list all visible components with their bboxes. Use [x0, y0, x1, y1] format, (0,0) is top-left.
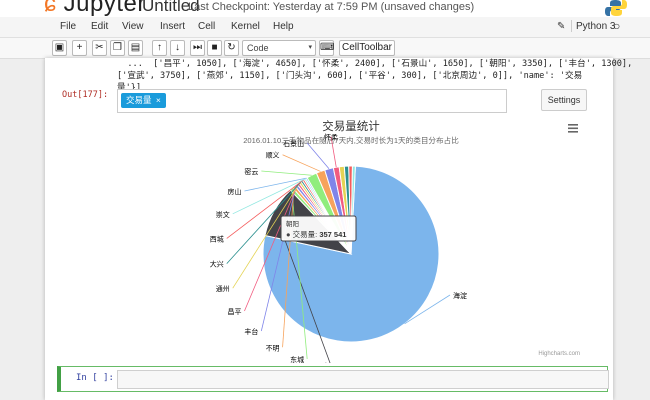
interrupt-kernel-icon[interactable]: ■ [207, 40, 222, 56]
move-up-icon[interactable]: ↑ [152, 40, 167, 56]
move-down-icon[interactable]: ↓ [170, 40, 185, 56]
pie-label: 通州 [216, 284, 230, 293]
pie-label: 昌平 [227, 308, 241, 316]
copy-icon[interactable]: ❐ [110, 40, 125, 56]
toolbar: ▣ + ✂ ❐ ▤ ↑ ↓ ⏭ ■ ↻ Code ▾ ⌨ CellToolbar [0, 38, 650, 59]
header: ɕ Jupyter Untitled Last Checkpoint: Yest… [0, 0, 650, 17]
pie-label: 西城 [210, 235, 224, 243]
tooltip-label: 交易量: [293, 229, 318, 239]
tooltip-line: ● 交易量: 357 541 [286, 229, 346, 239]
menu-edit[interactable]: Edit [91, 21, 108, 32]
cut-icon[interactable]: ✂ [92, 40, 107, 56]
kernel-name: Python 3 [576, 21, 616, 32]
celltoolbar-button[interactable]: CellToolbar [339, 40, 395, 56]
save-icon[interactable]: ▣ [52, 40, 67, 56]
menu-help[interactable]: Help [273, 21, 294, 32]
menu-bar: File Edit View Insert Cell Kernel Help ✎… [0, 17, 650, 38]
pie-label: 丰台 [244, 327, 258, 336]
python-logo-icon [605, 0, 627, 16]
pie-chart: 交易量统计 2016.01.10二手物品在随后7天内,交易时长为1天的类目分布占… [210, 119, 580, 363]
menu-kernel[interactable]: Kernel [231, 21, 260, 32]
pie-connector [282, 154, 321, 172]
chart-menu-icon[interactable] [568, 124, 578, 133]
cell-type-value: Code [247, 43, 269, 53]
menu-divider [571, 20, 572, 32]
pie-label: 海淀 [453, 291, 467, 300]
pie-label: 崇文 [216, 210, 230, 219]
jupyter-logo[interactable]: ɕ Jupyter [44, 0, 146, 18]
pie-label: 不明 [266, 344, 280, 352]
restart-kernel-icon[interactable]: ↻ [224, 40, 239, 56]
menu-cell[interactable]: Cell [198, 21, 215, 32]
pie-label: 东城 [290, 355, 304, 363]
notebook-container: ... ['昌平', 1050], ['海淀', 4650], ['怀柔', 2… [45, 58, 632, 400]
insert-cell-icon[interactable]: + [72, 40, 87, 56]
keyboard-icon[interactable]: ⌨ [319, 40, 334, 56]
cell-type-select[interactable]: Code ▾ [242, 40, 316, 56]
tooltip-dot: ● [286, 230, 291, 239]
pie-connector [306, 142, 330, 170]
pie-label: 密云 [244, 167, 258, 176]
pie-label: 石景山 [283, 139, 304, 148]
input-prompt: In [ ]: [76, 373, 114, 383]
pie-connector [261, 170, 312, 176]
edit-pencil-icon[interactable]: ✎ [557, 21, 565, 32]
pie-label: 朝阳 [324, 362, 338, 363]
chevron-down-icon: ▾ [308, 44, 312, 51]
menu-insert[interactable]: Insert [160, 21, 185, 32]
chart-credits[interactable]: Highcharts.com [538, 351, 580, 357]
tooltip: 朝阳 ● 交易量: 357 541 [280, 215, 357, 242]
run-cell-icon[interactable]: ⏭ [190, 40, 205, 56]
pie-label: 顺义 [266, 152, 280, 160]
pie-label: 大兴 [210, 260, 224, 269]
chart-subtitle: 2016.01.10二手物品在随后7天内,交易时长为1天的类目分布占比 [243, 135, 459, 145]
pie-label: 房山 [227, 187, 241, 196]
paste-icon[interactable]: ▤ [128, 40, 143, 56]
chart-title: 交易量统计 [322, 119, 380, 133]
tooltip-category: 朝阳 [286, 219, 299, 228]
input-cell[interactable]: In [ ]: [57, 366, 609, 392]
checkpoint-status: Last Checkpoint: Yesterday at 7:59 PM (u… [188, 1, 475, 13]
pie-label: 怀柔 [324, 132, 338, 141]
menu-file[interactable]: File [60, 21, 76, 32]
kernel-status-icon: ○ [613, 19, 621, 33]
menu-view[interactable]: View [122, 21, 144, 32]
tooltip-value: 357 541 [319, 230, 346, 239]
code-input[interactable] [117, 370, 609, 389]
